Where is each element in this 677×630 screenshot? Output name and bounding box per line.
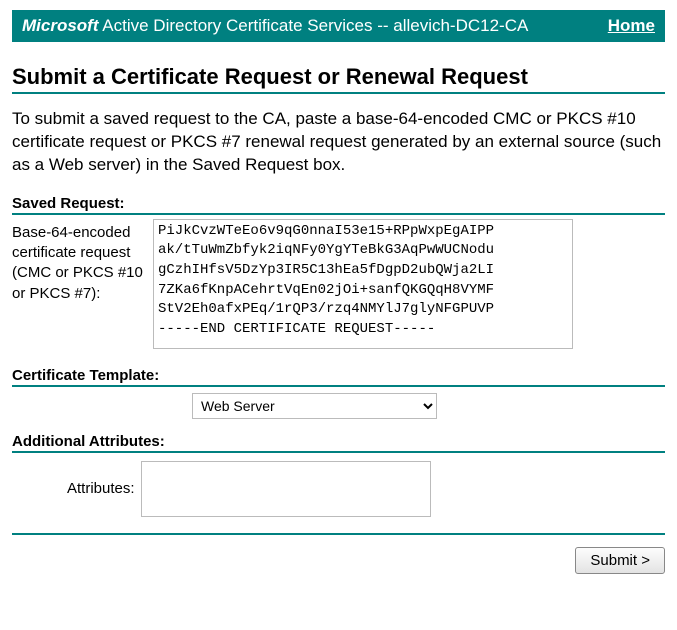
brand-text: Microsoft xyxy=(22,16,99,35)
service-text: Active Directory Certificate Services --… xyxy=(99,16,529,35)
saved-request-label: Saved Request: xyxy=(12,195,665,212)
additional-attributes-divider xyxy=(12,451,665,453)
certificate-template-row: Web Server xyxy=(12,393,665,419)
submit-row: Submit > xyxy=(12,547,665,574)
attributes-row: Attributes: xyxy=(12,461,665,517)
page-title: Submit a Certificate Request or Renewal … xyxy=(12,64,665,90)
saved-request-description: Base-64-encoded certificate request (CMC… xyxy=(12,219,147,304)
attributes-field-label: Attributes: xyxy=(67,480,135,497)
header-nav: Home xyxy=(608,16,655,36)
title-divider xyxy=(12,92,665,94)
attributes-textarea[interactable] xyxy=(141,461,431,517)
saved-request-divider xyxy=(12,213,665,215)
submit-button[interactable]: Submit > xyxy=(575,547,665,574)
saved-request-row: Base-64-encoded certificate request (CMC… xyxy=(12,219,665,349)
saved-request-textarea[interactable] xyxy=(153,219,573,349)
certificate-template-select[interactable]: Web Server xyxy=(192,393,437,419)
additional-attributes-label: Additional Attributes: xyxy=(12,433,665,450)
certificate-template-label: Certificate Template: xyxy=(12,367,665,384)
submit-divider xyxy=(12,533,665,535)
header-title: Microsoft Active Directory Certificate S… xyxy=(22,16,528,36)
certificate-template-divider xyxy=(12,385,665,387)
header-bar: Microsoft Active Directory Certificate S… xyxy=(12,10,665,42)
intro-text: To submit a saved request to the CA, pas… xyxy=(12,108,665,177)
home-link[interactable]: Home xyxy=(608,16,655,35)
